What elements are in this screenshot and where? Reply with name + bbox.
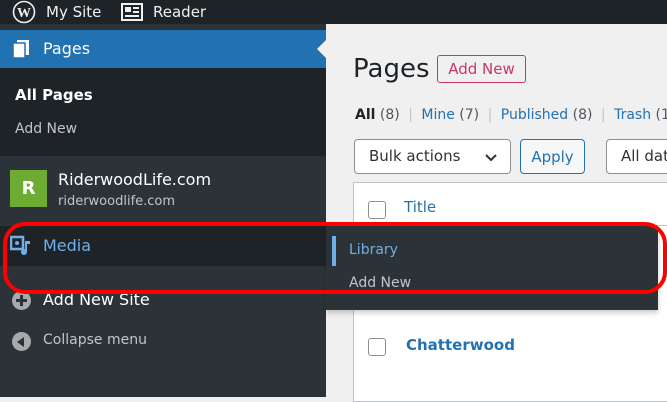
sidebar-item-label: Add New Site (43, 290, 150, 309)
site-avatar: R (10, 170, 47, 207)
pages-icon (11, 39, 31, 63)
plus-circle-icon (12, 291, 31, 310)
dates-filter-value: All dat (621, 147, 667, 165)
filter-mine[interactable]: Mine (421, 107, 454, 123)
submenu-add-new-page[interactable]: Add New (15, 121, 77, 137)
wordpress-logo-icon[interactable]: W (12, 0, 36, 24)
sidebar-item-label: Media (43, 236, 92, 255)
submenu-all-pages[interactable]: All Pages (15, 86, 93, 104)
pages-submenu: All Pages Add New (0, 68, 326, 156)
sidebar-item-label: Pages (43, 39, 91, 58)
title-column-header[interactable]: Title (404, 198, 436, 216)
separator: | (600, 107, 606, 123)
separator: | (408, 107, 413, 123)
table-row-title-link[interactable]: Chatterwood (406, 336, 515, 354)
media-flyout-submenu: Library Add New (326, 226, 658, 310)
filter-published[interactable]: Published (501, 107, 568, 123)
dates-filter-select[interactable]: All dat (606, 139, 667, 174)
filter-published-count: (8) (572, 107, 593, 123)
table-header-row (354, 183, 667, 226)
separator: | (487, 107, 493, 123)
my-site-link[interactable]: My Site (46, 0, 101, 24)
bulk-actions-select[interactable]: Bulk actions (354, 139, 511, 174)
sidebar-item-add-new-site[interactable]: Add New Site (0, 284, 326, 316)
filter-all[interactable]: All (355, 107, 375, 123)
filter-trash-count: (1 (655, 107, 667, 123)
media-icon (9, 234, 34, 262)
flyout-add-new-link[interactable]: Add New (349, 275, 411, 291)
add-new-page-button[interactable]: Add New (437, 55, 526, 83)
site-title: RiderwoodLife.com (58, 170, 212, 189)
admin-bar: W My Site Reader (0, 0, 667, 24)
site-switcher[interactable]: R RiderwoodLife.com riderwoodlife.com (0, 156, 326, 222)
chevron-down-icon (484, 150, 498, 169)
apply-button[interactable]: Apply (520, 139, 585, 174)
collapse-arrow-icon (12, 332, 31, 351)
reader-link[interactable]: Reader (153, 0, 206, 24)
page-title: Pages (353, 54, 430, 84)
filter-mine-count: (7) (459, 107, 480, 123)
filter-all-count: (8) (379, 107, 400, 123)
collapse-menu-button[interactable]: Collapse menu (0, 326, 326, 354)
row-checkbox[interactable] (368, 338, 386, 356)
current-item-indicator (332, 236, 336, 266)
collapse-menu-label: Collapse menu (43, 332, 147, 348)
select-all-checkbox[interactable] (368, 201, 386, 219)
svg-text:W: W (17, 6, 31, 21)
current-menu-arrow (317, 40, 326, 58)
site-url: riderwoodlife.com (58, 194, 176, 209)
bulk-actions-value: Bulk actions (369, 147, 461, 165)
filter-trash[interactable]: Trash (614, 107, 651, 123)
status-filter-links: All (8) | Mine (7) | Published (8) | Tra… (355, 107, 667, 123)
sidebar-item-media[interactable]: Media (0, 226, 326, 266)
reader-icon[interactable] (121, 0, 143, 24)
flyout-library-link[interactable]: Library (349, 242, 398, 258)
sidebar-item-pages[interactable]: Pages (0, 30, 326, 68)
